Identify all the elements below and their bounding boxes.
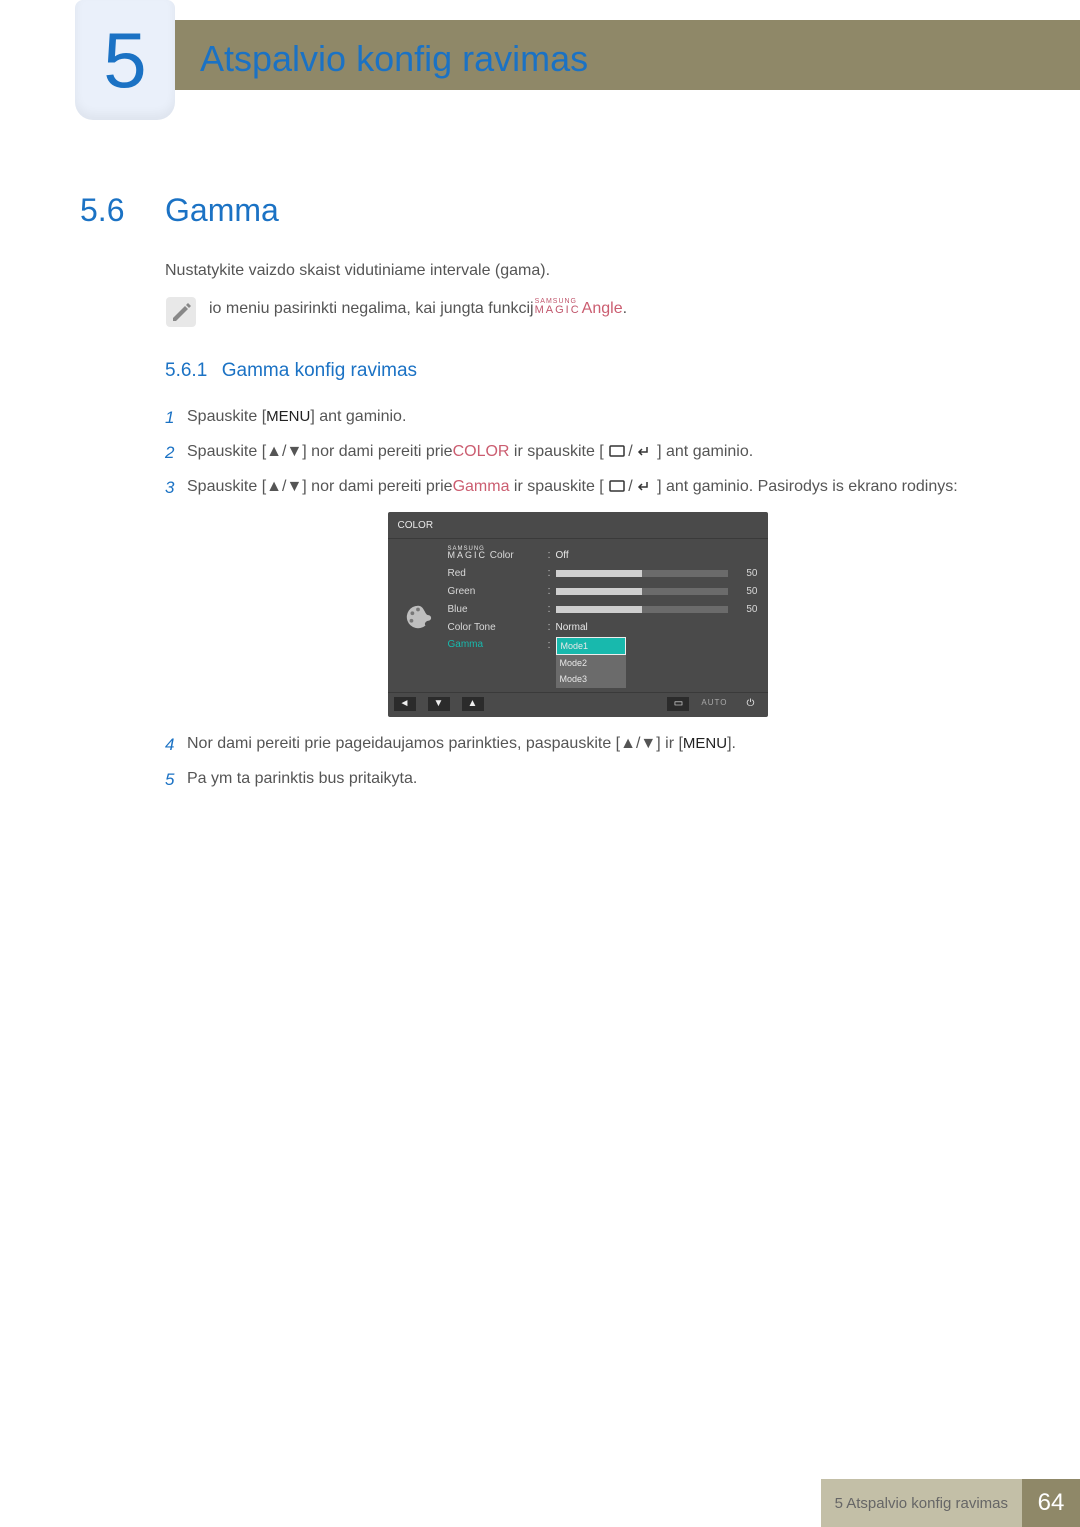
step-4-num: 4: [165, 731, 187, 758]
footer-text: 5 Atspalvio konfig ravimas: [821, 1479, 1022, 1527]
chapter-badge: 5: [75, 0, 175, 120]
step-2-text: Spauskite [▲/▼] nor dami pereiti prieCOL…: [187, 439, 990, 466]
osd-red-bar: [556, 570, 728, 577]
intro-text: Nustatykite vaizdo skaist vidutiniame in…: [165, 258, 990, 284]
note-prefix: io meniu pasirinkti negalima, kai jungta…: [209, 300, 534, 317]
source-icon: [609, 444, 627, 458]
enter-icon: [634, 479, 652, 493]
osd-gamma-label: Gamma: [448, 637, 548, 653]
osd-panel: COLOR SAMSUNGMAGIC Color :: [388, 512, 768, 717]
step-4-text: Nor dami pereiti prie pageidaujamos pari…: [187, 731, 990, 758]
osd-row-magiccolor: SAMSUNGMAGIC Color : Off: [448, 547, 758, 565]
osd-nav-power-icon: ⏻: [740, 697, 762, 711]
osd-title: COLOR: [388, 512, 768, 539]
osd-row-gamma: Gamma : Mode1 Mode2 Mode3: [448, 637, 758, 688]
osd-red-label: Red: [448, 566, 548, 582]
osd-colortone-label: Color Tone: [448, 620, 548, 636]
note-suffix: Angle: [582, 300, 623, 317]
step-1: 1 Spauskite [MENU] ant gaminio.: [165, 404, 990, 431]
osd-blue-value: 50: [734, 602, 758, 618]
step-1-text: Spauskite [MENU] ant gaminio.: [187, 404, 990, 431]
menu-label: MENU: [683, 735, 727, 752]
osd-body: SAMSUNGMAGIC Color : Off Red : 50: [388, 539, 768, 692]
osd-blue-bar: [556, 606, 728, 613]
osd-blue-label: Blue: [448, 602, 548, 618]
osd-red-value: 50: [734, 566, 758, 582]
footer-page-number: 64: [1022, 1479, 1080, 1527]
osd-magiccolor-value: Off: [556, 548, 569, 564]
osd-nav-enter-icon: ▭: [667, 697, 689, 711]
osd-green-value: 50: [734, 584, 758, 600]
osd-nav-bar: ◄ ▼ ▲ ▭ AUTO ⏻: [388, 692, 768, 717]
osd-row-colortone: Color Tone : Normal: [448, 619, 758, 637]
osd-green-label: Green: [448, 584, 548, 600]
subsection-title: Gamma konfig ravimas: [222, 360, 417, 381]
osd-row-green: Green : 50: [448, 583, 758, 601]
osd-nav-auto: AUTO: [701, 697, 727, 710]
step-3-num: 3: [165, 474, 187, 501]
subsection-heading: 5.6.1 Gamma konfig ravimas: [165, 356, 990, 386]
osd-nav-left-icon: ◄: [394, 697, 416, 711]
step-5: 5 Pa ym ta parinktis bus pritaikyta.: [165, 766, 990, 793]
pencil-icon: [165, 296, 197, 328]
updown-icon: ▲/▼: [266, 478, 302, 495]
note-text: io meniu pasirinkti negalima, kai jungta…: [209, 296, 990, 322]
keyword-gamma: Gamma: [453, 478, 510, 495]
keyword-color: COLOR: [453, 443, 510, 460]
osd-row-blue: Blue : 50: [448, 601, 758, 619]
osd-nav-down-icon: ▼: [428, 697, 450, 711]
step-1-num: 1: [165, 404, 187, 431]
chapter-title: Atspalvio konfig ravimas: [200, 38, 588, 80]
chapter-number: 5: [103, 21, 146, 99]
osd-gamma-mode3: Mode3: [556, 671, 626, 687]
osd-palette-icon: [398, 547, 438, 688]
section-number: 5.6: [80, 192, 124, 229]
step-5-text: Pa ym ta parinktis bus pritaikyta.: [187, 766, 990, 793]
step-5-num: 5: [165, 766, 187, 793]
enter-icon: [634, 444, 652, 458]
osd-gamma-mode1: Mode1: [556, 637, 626, 655]
osd-row-red: Red : 50: [448, 565, 758, 583]
osd-gamma-options: Mode1 Mode2 Mode3: [556, 637, 626, 688]
subsection-number: 5.6.1: [165, 360, 207, 381]
step-4: 4 Nor dami pereiti prie pageidaujamos pa…: [165, 731, 990, 758]
body-content: Nustatykite vaizdo skaist vidutiniame in…: [165, 258, 990, 801]
osd-nav-up-icon: ▲: [462, 697, 484, 711]
step-2: 2 Spauskite [▲/▼] nor dami pereiti prieC…: [165, 439, 990, 466]
steps-list: 1 Spauskite [MENU] ant gaminio. 2 Spausk…: [165, 404, 990, 793]
menu-label: MENU: [266, 408, 310, 425]
source-icon: [609, 479, 627, 493]
step-2-num: 2: [165, 439, 187, 466]
osd-colortone-value: Normal: [556, 620, 588, 636]
step-3: 3 Spauskite [▲/▼] nor dami pereiti prieG…: [165, 474, 990, 501]
osd-green-bar: [556, 588, 728, 595]
updown-icon: ▲/▼: [266, 443, 302, 460]
updown-icon: ▲/▼: [620, 735, 656, 752]
note-box: io meniu pasirinkti negalima, kai jungta…: [165, 296, 990, 328]
osd-magiccolor-label: SAMSUNGMAGIC Color: [448, 547, 548, 564]
footer: 5 Atspalvio konfig ravimas 64: [0, 1479, 1080, 1527]
section-title: Gamma: [165, 192, 279, 229]
osd-gamma-mode2: Mode2: [556, 655, 626, 671]
samsung-magic-label: SAMSUNGMAGIC: [535, 299, 581, 315]
step-3-text: Spauskite [▲/▼] nor dami pereiti prieGam…: [187, 474, 990, 501]
